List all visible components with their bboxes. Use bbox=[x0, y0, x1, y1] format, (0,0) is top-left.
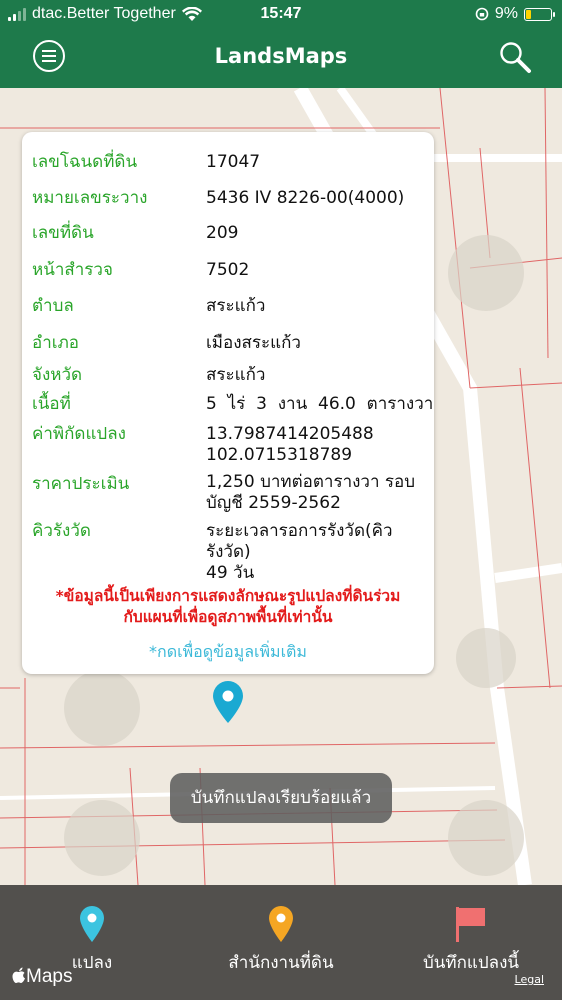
info-label: อำเภอ bbox=[32, 333, 79, 353]
info-value: สระแก้ว bbox=[206, 296, 266, 316]
info-row-area: เนื้อที่ 5 ไร่ 3 งาน 46.0 ตารางวา bbox=[32, 394, 434, 416]
info-value: 17047 bbox=[206, 152, 261, 172]
info-label: คิวรังวัด bbox=[32, 521, 91, 541]
info-row-survey-queue: คิวรังวัด ระยะเวลารอการรังวัด(คิวรังวัด)… bbox=[32, 521, 428, 583]
info-value-line: 49 วัน bbox=[206, 563, 255, 583]
info-label: เนื้อที่ bbox=[32, 394, 71, 414]
parcel-info-card[interactable]: เลขโฉนดที่ดิน 17047 หมายเลขระวาง 5436 IV… bbox=[22, 132, 434, 674]
nav-bar: LandsMaps bbox=[0, 30, 562, 88]
info-value: สระแก้ว bbox=[206, 365, 266, 385]
info-row-appraisal-price: ราคาประเมิน 1,250 บาทต่อตารางวา รอบ บัญช… bbox=[32, 472, 428, 516]
map-pin-icon bbox=[80, 906, 104, 942]
info-row-subdistrict: ตำบล สระแก้ว bbox=[32, 296, 428, 318]
parcel-location-pin-icon[interactable] bbox=[210, 680, 246, 724]
info-value-line: 102.0715318789 bbox=[206, 445, 353, 465]
disclaimer-line: กับแผนที่เพื่อดูสภาพพื้นที่เท่านั้น bbox=[123, 608, 333, 626]
info-label: หมายเลขระวาง bbox=[32, 188, 148, 208]
info-row-land-number: เลขที่ดิน 209 bbox=[32, 223, 428, 245]
info-label: ค่าพิกัดแปลง bbox=[32, 424, 126, 444]
info-value-line: บัญชี 2559-2562 bbox=[206, 493, 341, 513]
search-icon[interactable] bbox=[498, 40, 532, 74]
info-value: เมืองสระแก้ว bbox=[206, 333, 301, 353]
apple-logo-icon bbox=[12, 967, 25, 983]
tab-land-office[interactable]: สำนักงานที่ดิน bbox=[210, 885, 352, 985]
more-info-link[interactable]: *กดเพื่อดูข้อมูลเพิ่มเติม bbox=[22, 640, 434, 665]
info-value: 5 ไร่ 3 งาน 46.0 ตารางวา bbox=[206, 394, 434, 414]
map-pin-icon bbox=[269, 906, 293, 942]
info-row-district: อำเภอ เมืองสระแก้ว bbox=[32, 333, 428, 355]
info-value-line: ระยะเวลารอการรังวัด(คิวรังวัด) bbox=[206, 521, 393, 562]
battery-icon bbox=[524, 7, 555, 21]
tab-label: สำนักงานที่ดิน bbox=[228, 953, 334, 973]
tab-save-parcel[interactable]: บันทึกแปลงนี้ bbox=[404, 885, 538, 985]
info-value: ระยะเวลารอการรังวัด(คิวรังวัด) 49 วัน bbox=[206, 521, 428, 584]
info-label: เลขที่ดิน bbox=[32, 223, 94, 243]
info-row-coordinates: ค่าพิกัดแปลง 13.7987414205488 102.071531… bbox=[32, 424, 428, 468]
info-label: ราคาประเมิน bbox=[32, 474, 130, 494]
info-value-line: 13.7987414205488 bbox=[206, 424, 374, 444]
info-value: 209 bbox=[206, 223, 239, 243]
status-right: 9% bbox=[475, 5, 555, 23]
battery-percent: 9% bbox=[494, 5, 518, 22]
info-row-deed-number: เลขโฉนดที่ดิน 17047 bbox=[32, 152, 428, 174]
maps-logo-text: Maps bbox=[26, 966, 73, 987]
status-bar: dtac.Better Together 15:47 9% bbox=[0, 0, 562, 30]
info-label: จังหวัด bbox=[32, 365, 83, 385]
info-value: 5436 IV 8226-00(4000) bbox=[206, 188, 405, 208]
info-value: 7502 bbox=[206, 260, 250, 280]
info-row-survey-page: หน้าสำรวจ 7502 bbox=[32, 260, 428, 282]
tab-label: บันทึกแปลงนี้ bbox=[423, 953, 519, 973]
info-label: เลขโฉนดที่ดิน bbox=[32, 152, 138, 172]
info-value: 1,250 บาทต่อตารางวา รอบ บัญชี 2559-2562 bbox=[206, 472, 428, 514]
disclaimer-text: *ข้อมูลนี้เป็นเพียงการแสดงลักษณะรูปแปลงท… bbox=[22, 586, 434, 628]
info-row-province: จังหวัด สระแก้ว bbox=[32, 365, 428, 387]
legal-link[interactable]: Legal bbox=[515, 973, 544, 986]
orientation-lock-icon bbox=[475, 7, 489, 21]
disclaimer-line: *ข้อมูลนี้เป็นเพียงการแสดงลักษณะรูปแปลงท… bbox=[55, 587, 401, 605]
info-label: หน้าสำรวจ bbox=[32, 260, 113, 280]
app-title: LandsMaps bbox=[214, 44, 348, 68]
info-row-map-sheet: หมายเลขระวาง 5436 IV 8226-00(4000) bbox=[32, 188, 428, 210]
maps-logo: Maps bbox=[12, 966, 72, 988]
saved-toast: บันทึกแปลงเรียบร้อยแล้ว bbox=[170, 773, 392, 823]
info-value: 13.7987414205488 102.0715318789 bbox=[206, 424, 428, 466]
bottom-tab-bar: แปลง สำนักงานที่ดิน บันทึกแปลงนี้ bbox=[0, 885, 562, 1000]
info-label: ตำบล bbox=[32, 296, 74, 316]
flag-icon bbox=[456, 907, 485, 942]
info-value-line: 1,250 บาทต่อตารางวา รอบ bbox=[206, 472, 416, 492]
